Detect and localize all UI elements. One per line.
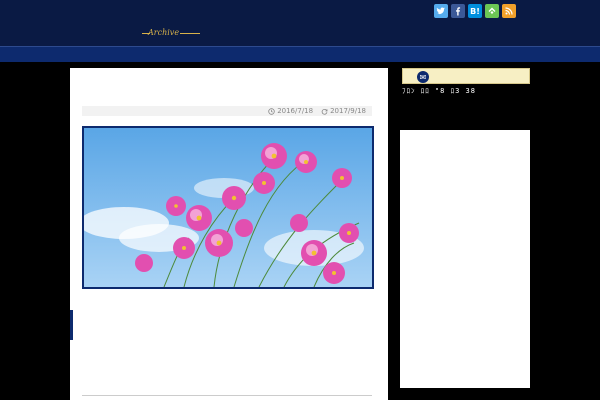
- quote-accent-bar: [70, 310, 73, 340]
- updated-date-text: 2017/9/18: [330, 107, 366, 115]
- subheading-rule: [82, 395, 372, 396]
- logo-rule-right: [180, 33, 200, 34]
- published-date: 2016/7/18: [268, 107, 313, 115]
- site-header: Archive B!: [0, 0, 600, 46]
- facebook-icon[interactable]: [451, 4, 465, 18]
- clock-readout: ﾌﾛﾝ ﾛﾛ "8 ﾛ3 38: [402, 87, 476, 95]
- article-date-bar: 2016/7/18 2017/9/18: [82, 106, 372, 116]
- logo-archive: Archive: [148, 28, 180, 37]
- message-widget-header: ✉: [402, 68, 530, 84]
- sidebar-ad-box: [400, 130, 530, 388]
- published-date-text: 2016/7/18: [277, 107, 314, 115]
- rss-icon[interactable]: [502, 4, 516, 18]
- updated-date: 2017/9/18: [321, 107, 366, 115]
- refresh-icon: [321, 108, 328, 115]
- hatena-bookmark-icon[interactable]: B!: [468, 4, 482, 18]
- global-nav: [0, 46, 600, 62]
- message-icon: ✉: [417, 71, 429, 83]
- feedly-icon[interactable]: [485, 4, 499, 18]
- cosmos-flower-photo: [82, 126, 374, 289]
- article-main: 2016/7/18 2017/9/18: [70, 68, 388, 400]
- clock-icon: [268, 107, 275, 115]
- social-buttons: B!: [434, 4, 516, 18]
- twitter-icon[interactable]: [434, 4, 448, 18]
- site-logo[interactable]: Archive: [84, 14, 202, 40]
